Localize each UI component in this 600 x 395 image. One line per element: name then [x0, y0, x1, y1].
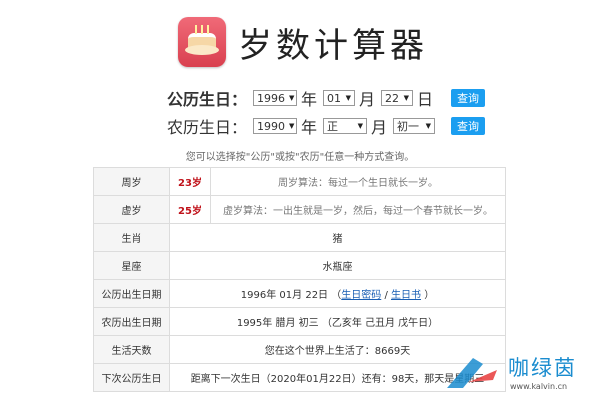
watermark-name: 咖绿茵: [508, 356, 577, 380]
dropdown-arrow-icon: ▼: [425, 122, 432, 130]
dropdown-arrow-icon: ▼: [357, 122, 364, 130]
paren-close: ）: [424, 290, 435, 301]
watermark-url: www.kalvin.cn: [510, 382, 568, 391]
app-header: 岁数计算器: [178, 14, 428, 70]
watermark-logo-icon: [447, 358, 497, 388]
birthday-code-link[interactable]: 生日密码: [341, 290, 381, 301]
solar-query-button[interactable]: 查询: [451, 89, 486, 107]
solar-day-select[interactable]: 22 ▼: [381, 90, 414, 106]
query-hint: 您可以选择按"公历"或按"农历"任意一种方式查询。: [185, 152, 415, 163]
next-birthday-label: 下次公历生日: [93, 363, 170, 392]
lunar-birth-label: 农历出生日期: [93, 307, 170, 336]
zhousui-note: 周岁算法：每过一个生日就长一岁。: [210, 167, 506, 196]
xusui-value: 25岁: [169, 195, 211, 224]
day-unit: 日: [417, 90, 434, 109]
solar-birthday-row: 公历生日： 1996 ▼ 年 01 ▼ 月 22 ▼ 日 查询: [167, 88, 486, 109]
shengxiao-label: 生肖: [93, 223, 170, 252]
zhousui-label: 周岁: [93, 167, 170, 196]
xingzuo-value: 水瓶座: [169, 251, 506, 280]
watermark: 咖绿茵 www.kalvin.cn: [447, 352, 600, 395]
lunar-birth-value: 1995年 腊月 初三 （乙亥年 己丑月 戊午日）: [169, 307, 506, 336]
year-unit: 年: [301, 90, 318, 109]
solar-birth-cell: 1996年 01月 22日 （生日密码 / 生日书 ）: [169, 279, 506, 308]
link-separator: /: [384, 290, 388, 301]
shengxiao-value: 猪: [169, 223, 506, 252]
zhousui-value: 23岁: [169, 167, 211, 196]
lunar-birthday-label: 农历生日：: [167, 118, 248, 137]
page-title: 岁数计算器: [238, 25, 428, 66]
birthday-cake-icon: [178, 17, 226, 67]
lunar-month-select[interactable]: 正 ▼: [323, 118, 368, 134]
dropdown-arrow-icon: ▼: [403, 94, 410, 102]
xusui-note: 虚岁算法：一出生就是一岁，然后，每过一个春节就长一岁。: [210, 195, 506, 224]
table-row: 公历出生日期 1996年 01月 22日 （生日密码 / 生日书 ）: [93, 279, 506, 308]
table-row: 星座 水瓶座: [93, 251, 506, 280]
solar-birth-label: 公历出生日期: [93, 279, 170, 308]
xingzuo-label: 星座: [93, 251, 170, 280]
paren-open: （: [331, 290, 342, 301]
month-unit: 月: [371, 118, 388, 137]
dropdown-arrow-icon: ▼: [289, 122, 295, 130]
table-row: 虚岁 25岁 虚岁算法：一出生就是一岁，然后，每过一个春节就长一岁。: [93, 195, 506, 224]
lunar-birthday-row: 农历生日： 1990 ▼ 年 正 ▼ 月 初一 ▼ 查询: [167, 116, 486, 137]
lunar-year-select[interactable]: 1990 ▼: [253, 118, 298, 134]
solar-year-select[interactable]: 1996 ▼: [253, 90, 298, 106]
days-label: 生活天数: [93, 335, 170, 364]
solar-birth-value: 1996年 01月 22日: [240, 290, 329, 301]
table-row: 生肖 猪: [93, 223, 506, 252]
dropdown-arrow-icon: ▼: [345, 94, 352, 102]
month-unit: 月: [359, 90, 376, 109]
solar-month-select[interactable]: 01 ▼: [323, 90, 356, 106]
birthday-book-link[interactable]: 生日书: [391, 290, 421, 301]
lunar-day-select[interactable]: 初一 ▼: [393, 118, 436, 134]
year-unit: 年: [301, 118, 318, 137]
table-row: 农历出生日期 1995年 腊月 初三 （乙亥年 己丑月 戊午日）: [93, 307, 506, 336]
solar-birthday-label: 公历生日：: [167, 90, 248, 109]
lunar-query-button[interactable]: 查询: [451, 117, 486, 135]
xusui-label: 虚岁: [93, 195, 170, 224]
dropdown-arrow-icon: ▼: [289, 94, 295, 102]
table-row: 周岁 23岁 周岁算法：每过一个生日就长一岁。: [93, 167, 506, 196]
